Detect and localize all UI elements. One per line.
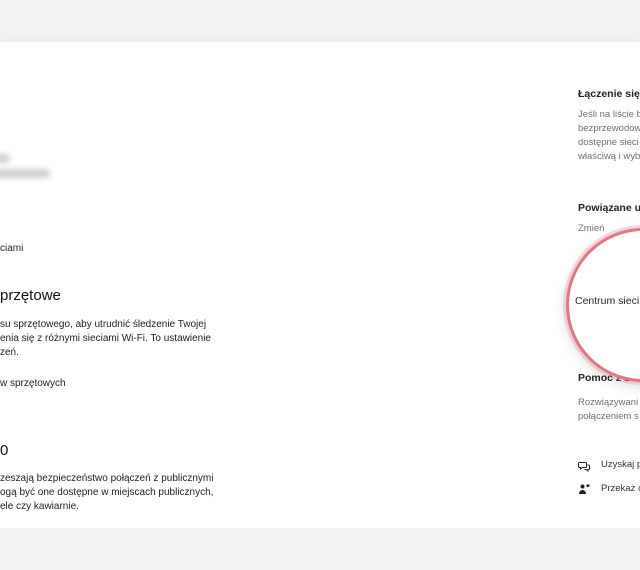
magnifier-highlight: Centrum sieci <box>566 228 640 382</box>
bottom-background <box>0 528 640 570</box>
get-help-link[interactable]: Uzyskaj p <box>601 459 640 470</box>
hardware-address-heading: przętowe <box>0 287 61 304</box>
feedback-person-icon <box>578 482 590 494</box>
related-settings-heading: Powiązane ust <box>578 202 640 214</box>
related-link-fragment[interactable]: ciami <box>0 242 23 257</box>
hardware-address-toggle-label: w sprzętowych <box>0 378 66 389</box>
blurred-profile-text <box>0 169 50 178</box>
public-network-security-description: zeszają bezpieczeństwo połączeń z public… <box>0 473 214 512</box>
settings-window: ciami przętowe su sprzętowego, aby utrud… <box>0 42 640 528</box>
connect-description: Jeśli na liście b bezprzewodow dostępne … <box>578 109 640 162</box>
chat-help-icon <box>578 459 590 473</box>
blurred-profile-text <box>0 154 10 163</box>
top-background <box>0 0 640 42</box>
section-heading-zero: 0 <box>0 442 9 459</box>
change-adapter-link[interactable]: Zmień <box>578 222 604 236</box>
hardware-address-description: su sprzętowego, aby utrudnić śledzenie T… <box>0 319 211 358</box>
connect-heading: Łączenie się z <box>578 88 640 100</box>
network-center-link[interactable]: Centrum sieci <box>575 295 639 307</box>
network-help-description: Rozwiązywani połączeniem s <box>578 397 639 422</box>
feedback-link[interactable]: Przekaż o <box>601 483 640 494</box>
